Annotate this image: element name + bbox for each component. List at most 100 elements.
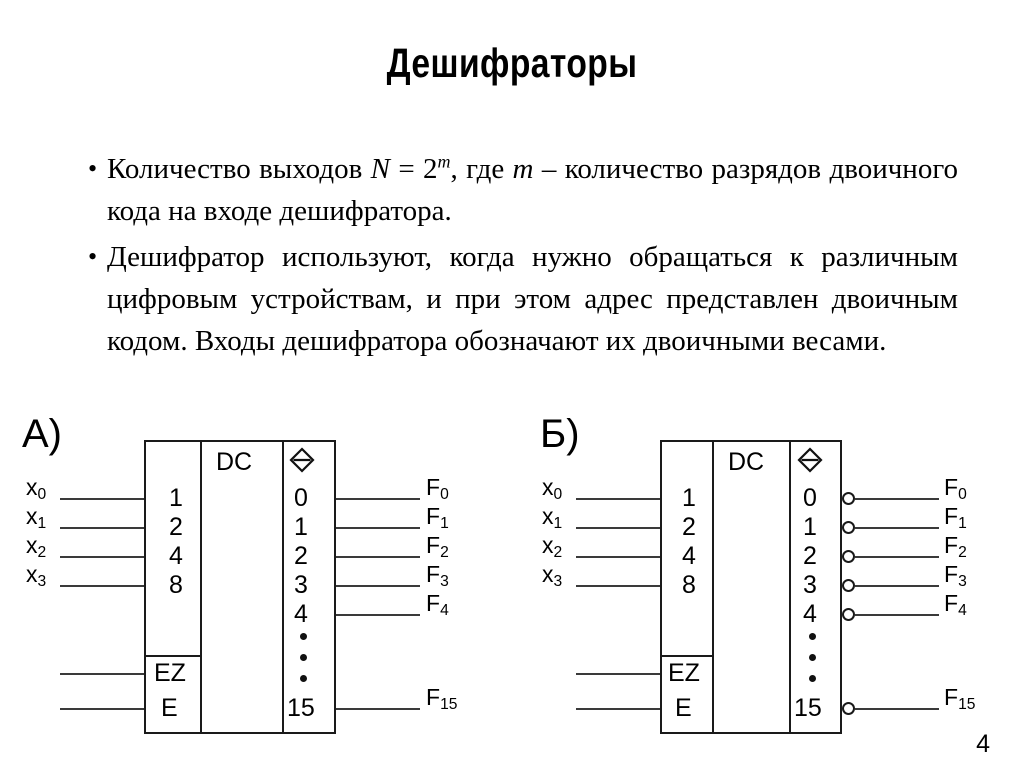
input-label-sub: 1	[37, 515, 47, 532]
input-label-base: x	[542, 532, 554, 558]
inversion-bubble-f0	[842, 492, 855, 505]
output-label-f15: F15	[944, 684, 975, 713]
page-title: Дешифраторы	[386, 40, 638, 86]
chip-name-label: DC	[728, 448, 765, 476]
output-label-f15: F15	[426, 686, 457, 713]
enable-pin-e: E	[675, 694, 692, 722]
ellipsis-dot	[300, 675, 307, 682]
inversion-bubble-f15	[842, 702, 855, 715]
output-label-sub: 3	[440, 573, 449, 590]
bullet-part: , где	[450, 153, 513, 185]
output-wire-f0	[855, 498, 939, 500]
output-label-f3: F3	[944, 561, 967, 590]
chip-name-label: DC	[216, 448, 253, 476]
output-wire-f2	[855, 556, 939, 558]
output-label-sub: 1	[958, 515, 967, 532]
output-index-15: 15	[794, 694, 822, 722]
input-label-base: x	[542, 561, 554, 587]
output-label-sub: 2	[958, 544, 967, 561]
bullet-text-outputs-count: Количество выходов N = 2m, где m – колич…	[107, 148, 958, 232]
input-weight-1: 1	[682, 484, 696, 512]
output-label-f0: F0	[944, 476, 967, 503]
output-index-2: 2	[803, 542, 817, 570]
chip-divider-right	[789, 442, 791, 732]
inversion-bubble-f2	[842, 550, 855, 563]
output-label-sub: 4	[958, 602, 967, 619]
output-wire-f3	[336, 585, 420, 587]
chip-divider-enable	[146, 655, 200, 657]
bullet-part: Количество выходов	[107, 153, 371, 185]
input-label-sub: 3	[37, 573, 47, 590]
output-label-base: F	[426, 474, 441, 500]
input-label-base: x	[542, 503, 554, 529]
input-wire-x0	[576, 498, 662, 500]
diagram-b-label: Б)	[540, 412, 580, 456]
output-index-15: 15	[287, 694, 315, 722]
output-label-base: F	[944, 684, 959, 710]
output-wire-f3	[855, 585, 939, 587]
output-label-f2: F2	[944, 532, 967, 561]
output-index-1: 1	[803, 513, 817, 541]
output-label-sub: 0	[440, 486, 449, 503]
output-index-4: 4	[294, 600, 308, 628]
output-wire-f4	[855, 614, 939, 616]
decoder-diagram-b: Б) x0 x1 x2 x3 DC 1 2 4 8 EZ E 0 1 2 3 4…	[522, 414, 1022, 759]
ellipsis-dot	[809, 633, 816, 640]
input-label-x2: x2	[26, 532, 46, 561]
input-label-sub: 1	[553, 515, 563, 532]
inversion-bubble-f4	[842, 608, 855, 621]
output-wire-f1	[336, 527, 420, 529]
output-diamond-icon	[797, 447, 823, 473]
input-label-x1: x1	[26, 505, 46, 532]
output-diamond-icon	[289, 447, 315, 473]
output-index-2: 2	[294, 542, 308, 570]
output-wire-f1	[855, 527, 939, 529]
ellipsis-dot	[809, 654, 816, 661]
input-label-base: x	[26, 532, 38, 558]
formula-exponent: m	[437, 151, 451, 172]
input-label-base: x	[26, 561, 38, 587]
output-label-base: F	[944, 532, 959, 558]
input-wire-e	[576, 708, 662, 710]
output-label-sub: 1	[440, 515, 449, 532]
output-index-0: 0	[803, 484, 817, 512]
input-wire-x3	[576, 585, 662, 587]
ellipsis-dot	[300, 633, 307, 640]
output-label-f3: F3	[426, 563, 449, 590]
enable-pin-ez: EZ	[154, 659, 186, 687]
output-label-f0: F0	[426, 474, 449, 503]
output-wire-f0	[336, 498, 420, 500]
output-label-base: F	[944, 590, 959, 616]
enable-pin-ez: EZ	[668, 659, 700, 687]
bullet-list: • Количество выходов N = 2m, где m – кол…	[88, 148, 958, 366]
decoder-diagram-a: А) x0 x1 x2 x3 DC 1 2 4 8 EZ E 0 1 2 3 4…	[4, 414, 504, 759]
input-label-x3: x3	[26, 561, 46, 590]
chip-divider-left	[712, 442, 714, 732]
output-wire-f15	[336, 708, 420, 710]
variable-m: m	[512, 153, 534, 185]
input-wire-ez	[60, 673, 146, 675]
bullet-marker-icon: •	[88, 242, 98, 271]
bullet-marker-icon: •	[88, 154, 98, 183]
input-label-x0: x0	[542, 476, 562, 503]
page-number: 4	[976, 730, 990, 758]
output-label-sub: 15	[958, 696, 976, 713]
input-wire-x2	[60, 556, 146, 558]
output-label-f4: F4	[426, 592, 449, 619]
bullet-part: =	[389, 153, 424, 185]
output-label-sub: 3	[958, 573, 967, 590]
input-weight-1: 1	[169, 484, 183, 512]
list-item: • Дешифратор используют, когда нужно обр…	[88, 236, 958, 362]
input-label-x1: x1	[542, 503, 562, 532]
output-index-0: 0	[294, 484, 308, 512]
inversion-bubble-f1	[842, 521, 855, 534]
output-label-f4: F4	[944, 590, 967, 619]
output-index-4: 4	[803, 600, 817, 628]
output-label-base: F	[426, 532, 441, 558]
input-weight-2: 2	[169, 513, 183, 541]
input-wire-x2	[576, 556, 662, 558]
output-label-base: F	[944, 561, 959, 587]
diagram-a-label: А)	[22, 412, 62, 456]
input-weight-4: 4	[682, 542, 696, 570]
bullet-text-usage: Дешифратор используют, когда нужно обращ…	[107, 241, 958, 357]
